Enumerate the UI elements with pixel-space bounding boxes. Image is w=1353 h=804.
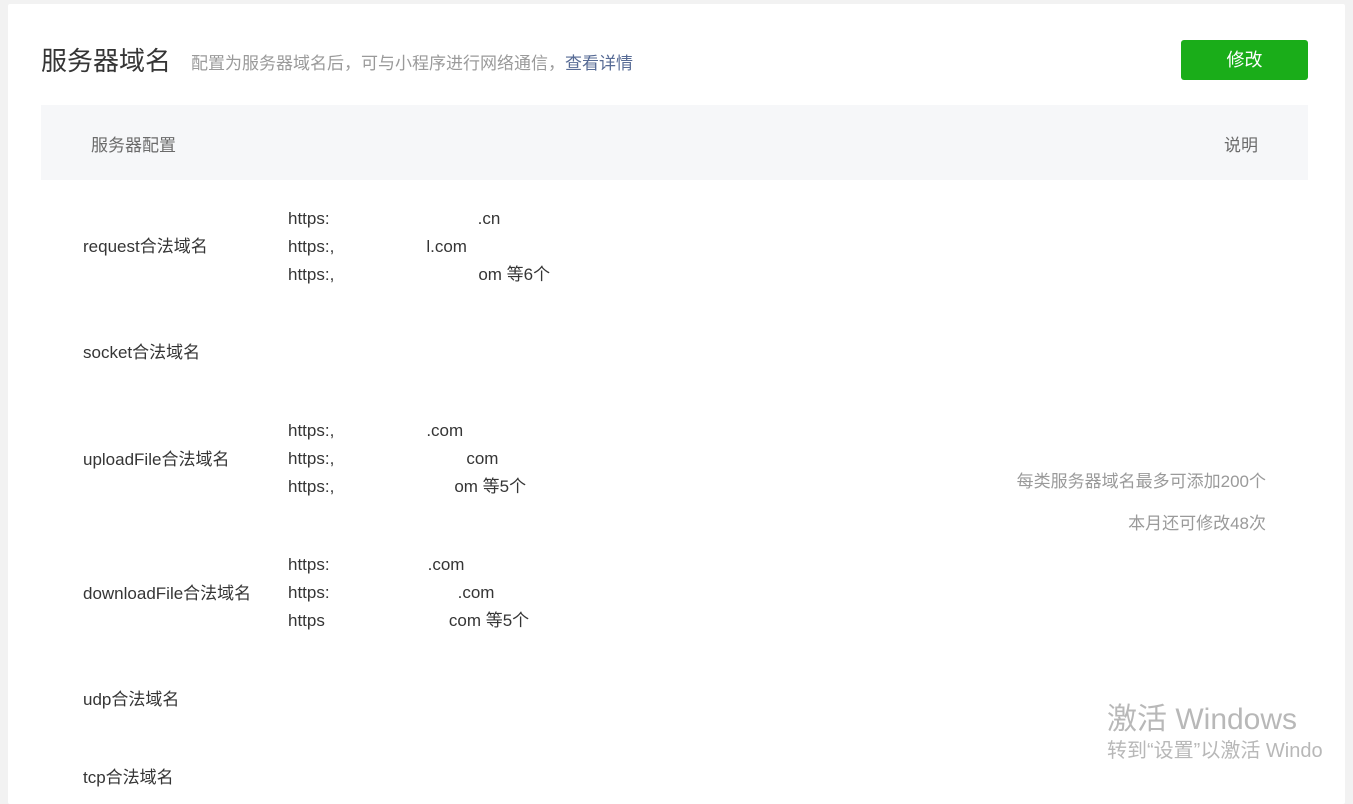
row-label-udp: udp合法域名 (83, 690, 180, 709)
domain-entry: https:, om 等6个 (288, 265, 551, 286)
edit-button[interactable]: 修改 (1181, 40, 1308, 80)
domain-entry: https com 等5个 (288, 611, 530, 632)
row-label-tcp: tcp合法域名 (83, 768, 174, 787)
table-header: 服务器配置 说明 (41, 105, 1308, 180)
domain-entry: https:, .com (288, 421, 464, 442)
domain-entry: https:, om 等5个 (288, 477, 527, 498)
domain-entry: https:, l.com (288, 237, 467, 258)
page-description: 配置为服务器域名后，可与小程序进行网络通信，查看详情 (191, 53, 633, 75)
column-header-config: 服务器配置 (91, 136, 176, 155)
row-values-uploadfile: https:, .com https:, com https:, om 等5个 (288, 417, 526, 501)
description-text: 配置为服务器域名后，可与小程序进行网络通信， (191, 54, 565, 73)
domain-entry: https: .com (288, 583, 495, 604)
remaining-changes-note: 本月还可修改48次 (1128, 514, 1266, 533)
page-title: 服务器域名 (41, 46, 172, 76)
column-header-desc: 说明 (1224, 136, 1258, 155)
windows-activation-watermark-title: 激活 Windows (1107, 703, 1298, 736)
server-domain-card: 服务器域名 配置为服务器域名后，可与小程序进行网络通信，查看详情 修改 服务器配… (8, 4, 1345, 804)
windows-activation-watermark-subtitle: 转到“设置”以激活 Windo (1107, 740, 1323, 762)
row-label-downloadfile: downloadFile合法域名 (83, 584, 252, 603)
detail-link[interactable]: 查看详情 (565, 54, 633, 73)
domain-entry: https: .com (288, 555, 465, 576)
domain-entry: https: .cn (288, 209, 501, 230)
row-label-request: request合法域名 (83, 237, 208, 256)
domain-entry: https:, com (288, 449, 499, 470)
row-values-downloadfile: https: .com https: .com https com 等5个 (288, 551, 529, 635)
max-domains-note: 每类服务器域名最多可添加200个 (1016, 472, 1266, 491)
row-label-socket: socket合法域名 (83, 343, 201, 362)
row-values-request: https: .cn https:, l.com https:, om 等6个 (288, 205, 550, 289)
row-label-uploadfile: uploadFile合法域名 (83, 450, 230, 469)
